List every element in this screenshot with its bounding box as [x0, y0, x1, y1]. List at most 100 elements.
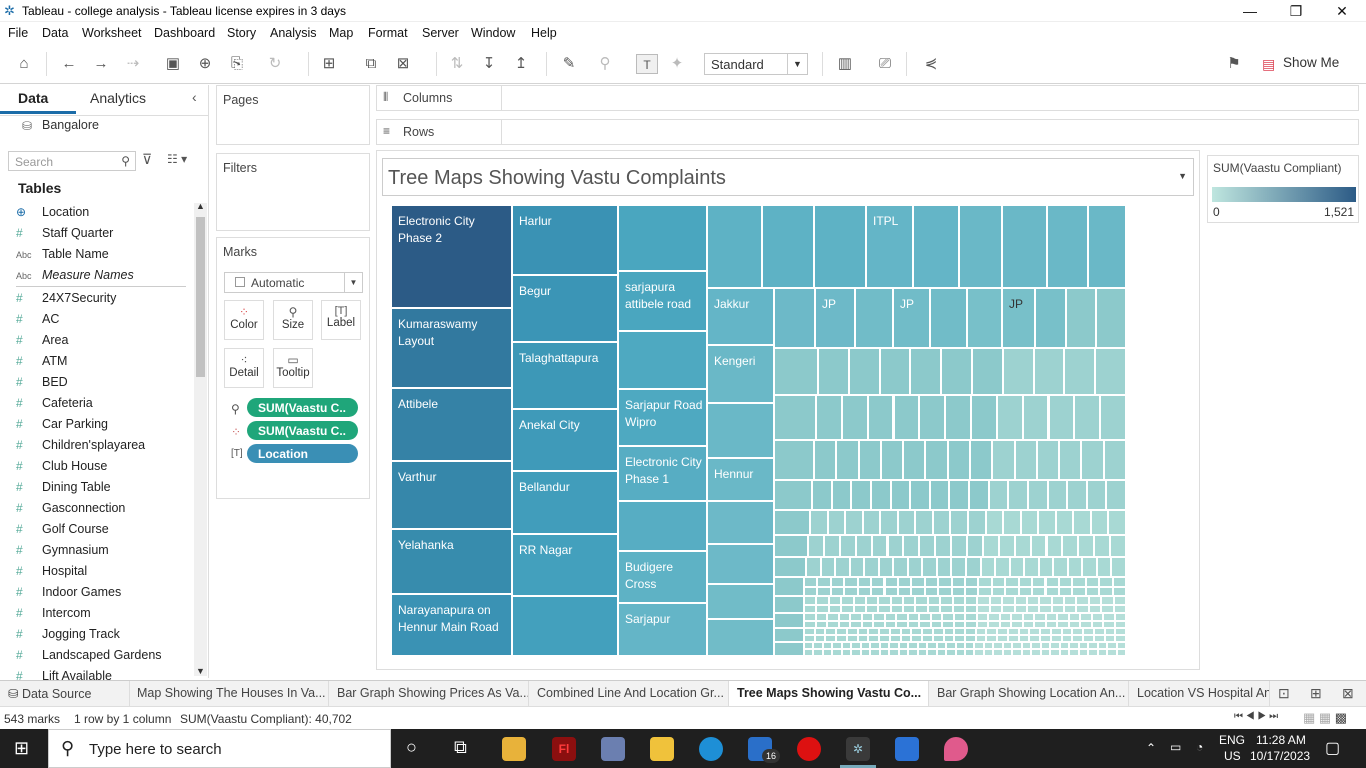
treemap-cell[interactable]: [1104, 628, 1116, 635]
treemap-cell[interactable]: [1051, 604, 1065, 613]
treemap-cell[interactable]: [1107, 642, 1117, 649]
clock-time[interactable]: 11:28 AM: [1256, 733, 1306, 747]
treemap-cell[interactable]: [1038, 510, 1056, 535]
field-item[interactable]: ⊕ Location: [16, 205, 89, 225]
treemap-cell[interactable]: [986, 635, 998, 642]
treemap-cell[interactable]: [1093, 628, 1105, 635]
treemap-cell[interactable]: [774, 395, 816, 440]
show-me-button[interactable]: Show Me: [1283, 55, 1339, 70]
treemap-cell[interactable]: [1112, 577, 1126, 587]
treemap-cell[interactable]: [838, 613, 850, 621]
treemap-cell[interactable]: [1058, 577, 1073, 587]
menu-server[interactable]: Server: [422, 26, 459, 40]
treemap-cell[interactable]: [512, 596, 618, 656]
treemap-cell[interactable]: [1040, 642, 1051, 649]
treemap-cell[interactable]: [884, 613, 896, 621]
treemap-cell[interactable]: [774, 480, 812, 510]
treemap-cell[interactable]: [844, 586, 858, 596]
treemap-cell[interactable]: [848, 348, 880, 395]
treemap-cell[interactable]: [910, 348, 942, 395]
treemap-cell[interactable]: [878, 604, 891, 613]
treemap-cell[interactable]: [974, 649, 984, 656]
treemap-cell[interactable]: [822, 642, 833, 649]
treemap-cell[interactable]: [1012, 649, 1022, 656]
treemap-cell[interactable]: [1096, 557, 1112, 577]
treemap-cell[interactable]: [968, 510, 986, 535]
treemap-cell[interactable]: [1097, 642, 1108, 649]
treemap-cell[interactable]: Harlur: [512, 205, 618, 275]
treemap-cell[interactable]: [927, 649, 937, 656]
treemap-cell[interactable]: [1088, 205, 1126, 288]
treemap-cell[interactable]: [988, 480, 1009, 510]
treemap-cell[interactable]: [1038, 557, 1054, 577]
treemap-cell[interactable]: [950, 510, 968, 535]
treemap-cell[interactable]: [1103, 620, 1115, 628]
treemap-cell[interactable]: [855, 535, 872, 557]
treemap-cell[interactable]: [1090, 510, 1109, 535]
treemap-cell[interactable]: [930, 288, 967, 348]
treemap-cell[interactable]: [1022, 613, 1034, 621]
treemap-cell[interactable]: [1046, 535, 1063, 557]
treemap-cell[interactable]: [774, 596, 804, 613]
tab-data-source[interactable]: ⛁ Data Source: [0, 681, 130, 706]
treemap-cell[interactable]: [804, 604, 817, 613]
treemap-cell[interactable]: [919, 620, 931, 628]
treemap-cell[interactable]: [1116, 642, 1126, 649]
treemap-cell[interactable]: [907, 557, 923, 577]
share-icon[interactable]: ⋞: [920, 54, 942, 74]
treemap-cell[interactable]: [871, 577, 885, 587]
treemap-cell[interactable]: [820, 557, 836, 577]
treemap-cell[interactable]: [910, 480, 930, 510]
treemap-cell[interactable]: [1072, 586, 1086, 596]
treemap-cell[interactable]: [900, 635, 912, 642]
field-item[interactable]: # Car Parking: [16, 417, 108, 437]
field-item[interactable]: # ATM: [16, 354, 67, 374]
treemap-cell[interactable]: [1008, 480, 1028, 510]
sort-descending-icon[interactable]: ↥: [510, 54, 532, 74]
view-options-icon[interactable]: ☷ ▾: [167, 152, 187, 166]
treemap-cell[interactable]: [1108, 510, 1126, 535]
swap-icon[interactable]: ⇅: [446, 54, 468, 74]
treemap-cell[interactable]: [922, 628, 933, 635]
treemap-cell[interactable]: Kumaraswamy Layout: [391, 308, 512, 388]
treemap-cell[interactable]: [999, 613, 1011, 621]
treemap-cell[interactable]: [762, 205, 814, 288]
highlight-icon[interactable]: ✎: [558, 54, 580, 74]
new-dashboard-tab-icon[interactable]: ⊞: [1310, 685, 1322, 702]
treemap-cell[interactable]: [828, 604, 842, 613]
treemap-cell[interactable]: [1072, 628, 1084, 635]
treemap-cell[interactable]: [1059, 642, 1070, 649]
treemap-cell[interactable]: [915, 604, 928, 613]
treemap-cell[interactable]: [841, 604, 854, 613]
treemap-cell[interactable]: [853, 596, 866, 605]
treemap-cell[interactable]: [1040, 635, 1051, 642]
treemap-cell[interactable]: [839, 535, 856, 557]
treemap-cell[interactable]: [953, 620, 965, 628]
treemap-cell[interactable]: [1072, 577, 1086, 587]
treemap-cell[interactable]: [953, 613, 965, 621]
treemap-cell[interactable]: [1091, 620, 1103, 628]
treemap-cell[interactable]: [1085, 577, 1100, 587]
treemap-cell[interactable]: [707, 619, 774, 656]
treemap-cell[interactable]: [991, 577, 1006, 587]
treemap-cell[interactable]: [827, 510, 846, 535]
treemap-cell[interactable]: [1045, 620, 1057, 628]
treemap-cell[interactable]: [1072, 635, 1084, 642]
treemap-cell[interactable]: [1113, 596, 1126, 605]
treemap-cell[interactable]: [936, 642, 947, 649]
treemap-cell[interactable]: [940, 604, 953, 613]
treemap-cell[interactable]: [1029, 628, 1041, 635]
treemap-cell[interactable]: Anekal City: [512, 409, 618, 471]
treemap-cell[interactable]: [814, 205, 866, 288]
treemap-cell[interactable]: [1020, 510, 1039, 535]
treemap-cell[interactable]: [816, 395, 842, 440]
treemap-cell[interactable]: [835, 557, 850, 577]
treemap-cell[interactable]: [1011, 613, 1023, 621]
treemap-cell[interactable]: [870, 642, 880, 649]
treemap-cell[interactable]: [954, 635, 965, 642]
treemap-cell[interactable]: [1002, 348, 1034, 395]
field-item[interactable]: # Jogging Track: [16, 627, 120, 647]
color-button[interactable]: ⁘ Color: [224, 300, 264, 340]
treemap-cell[interactable]: Begur: [512, 275, 618, 342]
treemap-cell[interactable]: [932, 635, 944, 642]
